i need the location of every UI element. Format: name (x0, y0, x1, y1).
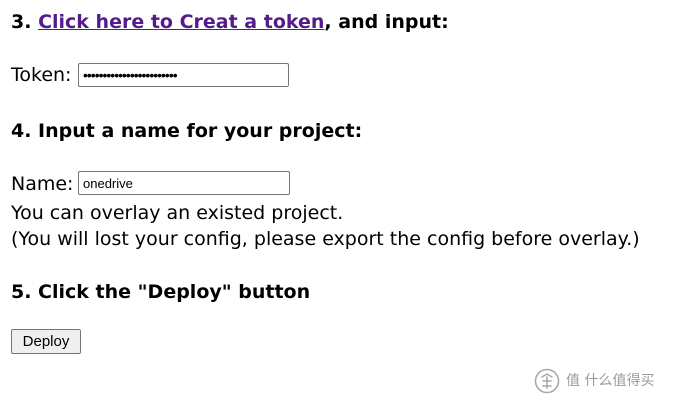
step-5-heading: 5. Click the "Deploy" button (11, 281, 311, 303)
step-3-heading: 3. Click here to Creat a token, and inpu… (11, 10, 449, 34)
watermark: 值 什么值得买 (534, 368, 690, 396)
step-3-number: 3. (11, 11, 39, 33)
deploy-button[interactable]: Deploy (11, 329, 81, 354)
name-label: Name: (11, 173, 74, 195)
create-token-link[interactable]: Click here to Creat a token (38, 11, 324, 33)
step-3-suffix: , and input: (324, 11, 449, 33)
overlay-warning: (You will lost your config, please expor… (11, 228, 640, 250)
step-4-heading: 4. Input a name for your project: (11, 120, 363, 142)
watermark-logo-icon (534, 368, 560, 394)
token-input[interactable] (78, 63, 289, 87)
watermark-text: 值 什么值得买 (566, 373, 655, 389)
project-name-input[interactable] (78, 171, 290, 195)
token-label: Token: (11, 64, 72, 86)
overlay-note: You can overlay an existed project. (11, 202, 344, 224)
